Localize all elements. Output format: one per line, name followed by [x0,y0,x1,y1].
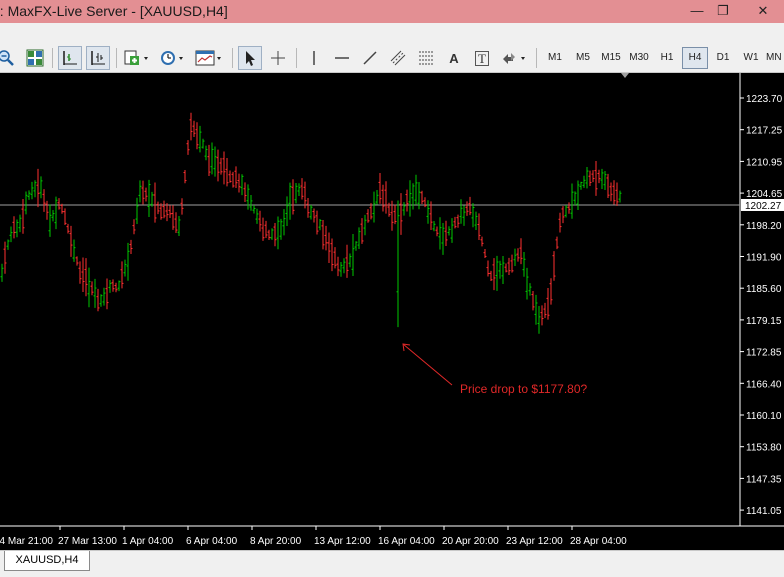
price-chart[interactable]: 1223.70 1217.25 1210.95 1204.65 1198.20 1191.… [0,73,784,550]
price-axis-label: 1141.05 [746,506,782,517]
timeframe-d1[interactable]: D1 [710,47,736,69]
zoom-out-icon[interactable] [0,46,16,70]
timeframe-h1[interactable]: H1 [654,47,680,69]
time-axis-label: 23 Apr 12:00 [506,536,563,547]
menu-bar: _ ❐ ✕ [0,23,784,62]
time-axis-label: 13 Apr 12:00 [314,536,371,547]
time-axis-label: 6 Apr 04:00 [186,536,238,547]
toolbar-separator [232,48,233,68]
toolbar-separator [52,48,53,68]
arrows-dropdown-icon[interactable] [498,46,530,70]
period-separators-icon[interactable] [58,46,82,70]
price-axis-label: 1166.40 [746,379,782,390]
timeframe-m30[interactable]: M30 [626,47,652,69]
timeframe-m5[interactable]: M5 [570,47,596,69]
vertical-line-icon[interactable] [302,46,326,70]
price-axis-label: 1147.35 [746,474,782,485]
price-axis-label: 1223.70 [746,94,783,105]
time-axis-label: 28 Apr 04:00 [570,536,627,547]
toolbar-separator [116,48,117,68]
timeframe-m15[interactable]: M15 [598,47,624,69]
chart-canvas: 1223.70 1217.25 1210.95 1204.65 1198.20 1191.… [0,73,784,547]
price-axis-label: 1179.15 [746,316,782,327]
text-label-icon[interactable]: T [470,46,494,70]
equidistant-channel-icon[interactable] [386,46,410,70]
text-tool-icon[interactable]: A [442,46,466,70]
grid-toggle-icon[interactable] [86,46,110,70]
tile-windows-icon[interactable] [24,46,46,70]
price-axis-label: 1153.80 [746,443,782,454]
toolbar-separator [536,48,537,68]
chart-tab-bar: XAUUSD,H4 [0,550,784,577]
indicators-dropdown-icon[interactable] [122,46,152,70]
title-bar: 5: MaxFX-Live Server - [XAUUSD,H4] — ❐ ✕ [0,0,784,23]
timeframe-mn[interactable]: MN [766,47,784,69]
timeframe-w1[interactable]: W1 [738,47,764,69]
time-axis-label: 16 Apr 04:00 [378,536,435,547]
trendline-icon[interactable] [358,46,382,70]
price-axis-label: 1185.60 [746,284,782,295]
maximize-button[interactable]: ❐ [706,0,740,22]
price-axis-label: 1191.90 [746,253,782,264]
text-tool-label: A [449,50,459,66]
chart-tab-xauusd-h4[interactable]: XAUUSD,H4 [4,551,90,571]
time-axis-label: 8 Apr 20:00 [250,536,302,547]
annotation-text: Price drop to $1177.80? [460,382,588,396]
price-axis-label: 1198.20 [746,221,782,232]
window-title: 5: MaxFX-Live Server - [XAUUSD,H4] [0,3,228,19]
current-price-label: 1202.27 [745,201,782,212]
cursor-tool-icon[interactable] [238,46,262,70]
text-label-tool-label: T [475,50,489,66]
fibonacci-icon[interactable] [414,46,438,70]
time-axis-label: 24 Mar 21:00 [0,536,53,547]
chart-shift-marker [621,73,629,78]
price-axis-label: 1210.95 [746,157,783,168]
close-button[interactable]: ✕ [746,0,780,22]
toolbar-separator [296,48,297,68]
time-axis-label: 27 Mar 13:00 [58,536,117,547]
timeframe-m1[interactable]: M1 [542,47,568,69]
crosshair-icon[interactable] [266,46,290,70]
templates-dropdown-icon[interactable] [194,46,226,70]
price-axis-label: 1204.65 [746,189,783,200]
time-axis-label: 1 Apr 04:00 [122,536,174,547]
horizontal-line-icon[interactable] [330,46,354,70]
toolbar: A T M1 M5 M15 M30 H1 H4 D1 W1 MN [0,43,784,73]
price-axis-label: 1217.25 [746,126,783,137]
clock-dropdown-icon[interactable] [158,46,188,70]
timeframe-h4[interactable]: H4 [682,47,708,69]
time-axis-label: 20 Apr 20:00 [442,536,499,547]
annotation-arrow-line [402,343,453,386]
price-axis-label: 1172.85 [746,348,782,359]
price-axis-label: 1160.10 [746,411,782,422]
